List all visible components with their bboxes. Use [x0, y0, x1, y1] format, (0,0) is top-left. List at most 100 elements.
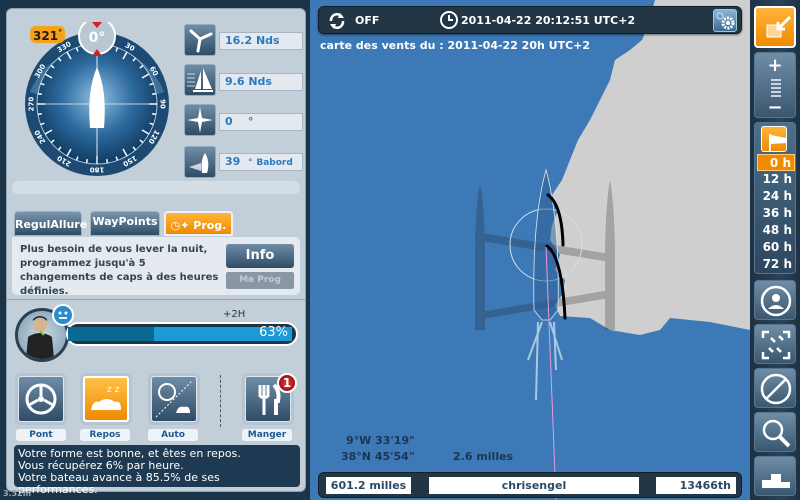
wind-speed-icon — [184, 24, 216, 56]
tab-prog[interactable]: ◷✦ Prog. — [164, 211, 233, 236]
twa-unit: ° — [247, 158, 253, 168]
selection-frame-icon — [761, 330, 791, 360]
windsock-icon[interactable] — [761, 126, 787, 152]
boat-speed-icon — [184, 64, 216, 96]
forecast-hour-48h[interactable]: 48 h — [755, 222, 797, 239]
selection-button[interactable] — [754, 324, 796, 364]
users-icon — [760, 285, 792, 317]
status-message: Votre forme est bonne, et êtes en repos.… — [14, 445, 300, 496]
resize-arrow-icon — [766, 15, 792, 38]
longitude-readout: 9°W 33'19" — [346, 434, 415, 447]
zoom-control: + − — [754, 52, 796, 118]
auto-button[interactable] — [151, 376, 197, 422]
forecast-hour-12h[interactable]: 12 h — [755, 171, 797, 188]
search-icon — [762, 419, 791, 448]
divider — [220, 375, 221, 427]
prog-description: Plus besoin de vous lever la nuit, progr… — [20, 244, 219, 297]
status-line: Votre bateau avance à 85.5% de ses perfo… — [18, 471, 220, 496]
compass-label: 270 — [28, 97, 36, 112]
pont-button[interactable] — [18, 376, 64, 422]
search-button[interactable] — [754, 412, 796, 452]
tab-regulallure[interactable]: RegulAllure — [14, 211, 87, 236]
distance-readout: 2.6 milles — [453, 450, 514, 463]
compass-tick — [37, 92, 42, 96]
clock-icon: ◷✦ — [170, 219, 194, 232]
tab-waypoints[interactable]: WayPoints — [90, 211, 160, 236]
land-mass — [475, 0, 750, 500]
top-bar: OFF 2011-04-22 20:12:51 UTC+2 — [318, 6, 742, 34]
compass-tick — [152, 112, 157, 116]
messages-off-button[interactable] — [754, 368, 796, 408]
wind-map-label: carte des vents du : 2011-04-22 20h UTC+… — [320, 39, 591, 52]
compass-dial: 330 306090120150180210240270300 0° — [25, 22, 169, 176]
twa-side: Babord — [256, 158, 293, 168]
group-button[interactable] — [754, 280, 796, 320]
heading-badge-unit: ° — [58, 28, 63, 37]
fatigue-bar: 63% — [66, 322, 298, 346]
forecast-time-panel: 0 h 12 h 24 h 36 h 48 h 60 h 72 h — [754, 122, 796, 274]
compass-tick — [85, 159, 89, 164]
wind-angle-value: 39 ° Babord — [219, 153, 303, 171]
latitude-readout: 38°N 45'54" — [341, 450, 415, 463]
refresh-icon[interactable] — [327, 11, 347, 31]
pont-label: Pont — [16, 429, 66, 441]
wind-speed-value: 16.2 Nds — [219, 32, 303, 50]
forecast-hours-list: 0 h 12 h 24 h 36 h 48 h 60 h 72 h — [755, 154, 797, 273]
game-screen: 330 30 60 90 120 150 180 210 240 270 300 0° 321° 1… — [0, 0, 800, 500]
projection-marker-label: +2H — [223, 309, 246, 320]
remaining-distance: 601.2 milles — [326, 477, 411, 494]
forecast-hour-60h[interactable]: 60 h — [755, 239, 797, 256]
compass-tick — [152, 92, 157, 96]
player-name[interactable]: chrisengel — [429, 477, 639, 494]
heading-number: 0 — [225, 115, 233, 128]
zoom-out-button[interactable]: − — [755, 97, 795, 118]
wind-angle-icon — [184, 146, 216, 178]
left-panel: 330 30 60 90 120 150 180 210 240 270 300 0° 321° 1… — [0, 0, 310, 500]
ma-prog-button[interactable]: Ma Prog — [226, 272, 294, 289]
heading-badge: 321° — [30, 26, 66, 43]
instrument-slider[interactable] — [12, 181, 300, 194]
compass-label: 90 — [159, 99, 167, 109]
twa-number: 39 — [225, 155, 241, 168]
gear-icon — [716, 12, 735, 30]
prog-panel: Plus besoin de vous lever la nuit, progr… — [12, 237, 300, 297]
mood-smiley-icon — [52, 304, 74, 326]
repos-label: Repos — [80, 429, 130, 441]
heading-compass-icon — [184, 104, 216, 136]
fatigue-fill — [68, 327, 155, 341]
zoom-slider[interactable] — [771, 79, 781, 99]
right-toolbar: + − 0 h 12 h 24 h 36 h 48 h 60 h 72 h — [750, 0, 800, 500]
no-messages-icon — [760, 373, 792, 405]
heading-value: 0 ° — [219, 113, 303, 131]
wake — [527, 321, 563, 401]
bottom-bar: 601.2 milles chrisengel 13466th — [318, 472, 742, 498]
fullscreen-button[interactable] — [754, 6, 796, 48]
forecast-hour-36h[interactable]: 36 h — [755, 205, 797, 222]
ranking-button[interactable] — [754, 456, 796, 496]
heading-badge-value: 321 — [33, 29, 59, 43]
current-datetime: 2011-04-22 20:12:51 UTC+2 — [461, 14, 636, 27]
compass-label: 180 — [90, 166, 105, 174]
sea-map[interactable]: OFF 2011-04-22 20:12:51 UTC+2 carte des … — [310, 0, 750, 500]
heading-unit: ° — [247, 115, 254, 128]
player-rank: 13466th — [656, 477, 736, 494]
wind-angle-indicator: 0° — [89, 30, 106, 46]
repos-button[interactable]: z z — [83, 376, 129, 422]
fatigue-percent: 63% — [259, 325, 288, 340]
forecast-hour-24h[interactable]: 24 h — [755, 188, 797, 205]
tab-prog-label: Prog. — [193, 219, 227, 232]
forecast-hour-0h[interactable]: 0 h — [757, 154, 795, 171]
manger-label: Manger — [242, 429, 292, 441]
boat-speed-value: 9.6 Nds — [219, 73, 303, 91]
sync-state[interactable]: OFF — [355, 14, 379, 27]
version-label: 3.32m — [3, 489, 32, 498]
settings-button[interactable] — [713, 9, 737, 32]
notification-badge: 1 — [277, 373, 297, 393]
svg-text:z z: z z — [107, 385, 120, 395]
forecast-hour-72h[interactable]: 72 h — [755, 256, 797, 273]
compass-tick — [37, 112, 42, 116]
compass-tick — [105, 159, 109, 164]
auto-label: Auto — [148, 429, 198, 441]
info-button[interactable]: Info — [226, 244, 294, 268]
zoom-in-button[interactable]: + — [755, 55, 795, 76]
